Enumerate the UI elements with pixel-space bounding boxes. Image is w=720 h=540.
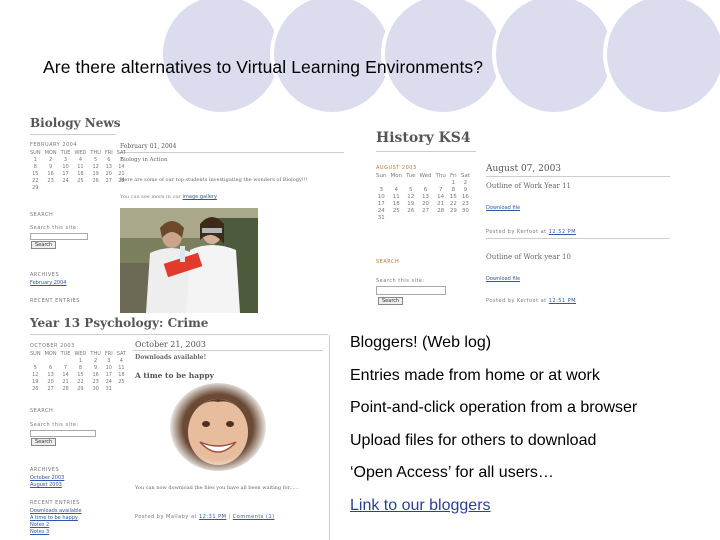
history-post1-time-link[interactable]: 12:52 PM xyxy=(549,229,576,235)
history-blog-title: History KS4 xyxy=(376,130,471,146)
biology-recent-label: RECENT ENTRIES xyxy=(30,298,80,304)
history-post1-title: Outline of Work Year 11 xyxy=(486,182,571,190)
biology-post-more: You can see more in our image gallery xyxy=(120,194,217,200)
feature-item: ‘Open Access’ for all users… xyxy=(350,464,554,481)
psychology-calendar-row: 1234 xyxy=(78,358,123,364)
history-calendar-row: 12 xyxy=(451,180,468,186)
psychology-recent-label: RECENT ENTRIES xyxy=(30,500,80,506)
biology-archive-link[interactable]: February 2004 xyxy=(30,280,66,286)
history-calendar-row: 24 25 26 27 28 29 30 xyxy=(377,208,469,214)
psychology-right-border xyxy=(329,335,330,540)
history-search-input[interactable] xyxy=(376,286,446,295)
history-post2-title: Outline of Work year 10 xyxy=(486,253,571,261)
psychology-calendar-row: 5 6 7 8 9 10 11 xyxy=(33,365,125,371)
psychology-date-rule xyxy=(133,350,323,351)
psychology-archive-link[interactable]: October 2003 xyxy=(30,475,64,481)
feature-item-link: Link to our bloggers xyxy=(350,496,710,529)
psychology-comments-link[interactable]: Comments (1) xyxy=(233,514,275,520)
history-calendar-header: Sun Mon Tue Wed Thu Fri Sat xyxy=(376,173,470,179)
feature-item: Upload files for others to download xyxy=(350,431,597,449)
psychology-post-footer: Posted by Mallaby at 12:31 PM | Comments… xyxy=(135,514,275,520)
history-search-caption: Search this site: xyxy=(376,278,425,284)
biology-post-more-text: You can see more in our xyxy=(120,194,182,200)
bloggers-link[interactable]: Link to our bloggers xyxy=(350,497,491,514)
biology-search-caption: Search this site: xyxy=(30,225,79,231)
psychology-blog-screenshot[interactable]: Year 13 Psychology: Crime OCTOBER 2003 S… xyxy=(28,315,330,540)
psychology-recent-link[interactable]: Downloads available xyxy=(30,508,82,514)
biology-calendar-row: 22 23 24 25 26 27 28 xyxy=(32,178,125,184)
biology-blog-title: Biology News xyxy=(30,116,121,130)
history-post2-download-link[interactable]: Download file xyxy=(486,276,520,282)
psychology-calendar-row: 19 20 21 22 23 24 25 xyxy=(32,379,125,385)
history-search-button[interactable]: Search xyxy=(378,297,404,305)
biology-search-label: SEARCH xyxy=(30,212,54,218)
biology-calendar-row: 15 16 17 18 19 20 21 xyxy=(32,171,125,177)
history-post2-footer: Posted by Kerfoot at 12:51 PM xyxy=(486,298,577,304)
history-blog-screenshot[interactable]: History KS4 AUGUST 2003 Sun Mon Tue Wed Thu F… xyxy=(370,125,675,315)
psychology-search-label: SEARCH xyxy=(30,408,54,414)
history-calendar-row: 17 18 19 20 21 22 23 xyxy=(377,201,469,207)
psychology-archives-label: ARCHIVES xyxy=(30,467,60,473)
psychology-recent-link[interactable]: Notes 3 xyxy=(30,529,49,535)
biology-post-text: Here are some of our top students invest… xyxy=(120,177,308,183)
history-post2-time-link[interactable]: 12:51 PM xyxy=(549,298,576,304)
psychology-post-title: A time to be happy xyxy=(135,371,214,380)
biology-archives-label: ARCHIVES xyxy=(30,272,60,278)
history-post-date: August 07, 2003 xyxy=(486,164,562,174)
biology-calendar-header: SUN MON TUE WED THU FRI SAT xyxy=(30,150,127,156)
slide-title: Are there alternatives to Virtual Learni… xyxy=(43,57,484,77)
feature-item: Entries made from home or at work xyxy=(350,366,600,384)
biology-post-title: Biology in Action xyxy=(120,157,168,163)
feature-item: Bloggers! (Web log) xyxy=(350,334,492,351)
biology-header-rule xyxy=(30,134,116,135)
biology-calendar-row: 8 9 10 11 12 13 14 xyxy=(33,164,125,170)
psychology-calendar: SUN MON TUE WED THU FRI SAT 1234 5 6 7 8 9 10 11 12 1… xyxy=(28,351,128,393)
biology-calendar-month: FEBRUARY 2004 xyxy=(30,142,78,148)
history-calendar-row: 3456789 xyxy=(379,187,468,193)
psychology-calendar-header: SUN MON TUE WED THU FRI SAT xyxy=(30,351,127,357)
biology-calendar-row: 29 xyxy=(32,185,39,191)
psychology-recent-link[interactable]: A time to be happy xyxy=(30,515,78,521)
feature-item: Point-and-click operation from a browser xyxy=(350,399,638,416)
history-calendar-month: AUGUST 2003 xyxy=(376,165,417,171)
psychology-search-caption: Search this site: xyxy=(30,422,79,428)
history-search-label: SEARCH xyxy=(376,259,400,265)
history-header-rule xyxy=(376,151,476,152)
psychology-search-button[interactable]: Search xyxy=(31,438,57,446)
feature-list: Bloggers! (Web log) Entries made from ho… xyxy=(350,333,710,528)
biology-gallery-link[interactable]: image gallery xyxy=(183,194,217,200)
circle-5 xyxy=(603,0,720,116)
history-post-rule xyxy=(486,238,670,239)
psychology-girl-photo xyxy=(168,380,268,474)
psychology-calendar-row: 26 27 28 29 30 31 xyxy=(32,386,112,392)
history-post1-footer: Posted by Kerfoot at 12:52 PM xyxy=(486,229,577,235)
history-date-rule xyxy=(486,176,670,177)
psychology-calendar-row: 12 13 14 15 16 17 18 xyxy=(32,372,125,378)
psychology-post-text: You can now download the files you have … xyxy=(135,485,299,491)
biology-calendar: SUN MON TUE WED THU FRI SAT 1234567 8 9 10 11 12 13… xyxy=(28,150,128,192)
psychology-post-subtitle: Downloads available! xyxy=(135,354,207,361)
psychology-header-rule xyxy=(30,334,328,335)
psychology-post-time-link[interactable]: 12:31 PM xyxy=(199,514,226,520)
psychology-archive-link[interactable]: August 2003 xyxy=(30,482,62,488)
biology-blog-screenshot[interactable]: Biology News FEBRUARY 2004 SUN MON TUE WED T… xyxy=(28,112,358,317)
psychology-post-date: October 21, 2003 xyxy=(135,340,206,349)
biology-post-date: February 01, 2004 xyxy=(120,143,177,150)
psychology-search-input[interactable] xyxy=(30,430,96,437)
biology-students-photo xyxy=(120,208,258,313)
history-calendar-row: 10 11 12 13 14 15 16 xyxy=(377,194,469,200)
psychology-blog-title: Year 13 Psychology: Crime xyxy=(30,316,209,330)
biology-header-rule-2 xyxy=(120,152,344,153)
biology-search-button[interactable]: Search xyxy=(31,241,57,249)
psychology-recent-link[interactable]: Notes 2 xyxy=(30,522,49,528)
history-calendar-row: 31 xyxy=(377,215,385,221)
circle-4 xyxy=(492,0,616,116)
history-calendar: Sun Mon Tue Wed Thu Fri Sat 12 3456789 10 11 12 1… xyxy=(374,173,472,222)
history-post1-download-link[interactable]: Download file xyxy=(486,205,520,211)
psychology-calendar-month: OCTOBER 2003 xyxy=(30,343,75,349)
biology-calendar-row: 1234567 xyxy=(33,157,123,163)
biology-search-input[interactable] xyxy=(30,233,88,240)
